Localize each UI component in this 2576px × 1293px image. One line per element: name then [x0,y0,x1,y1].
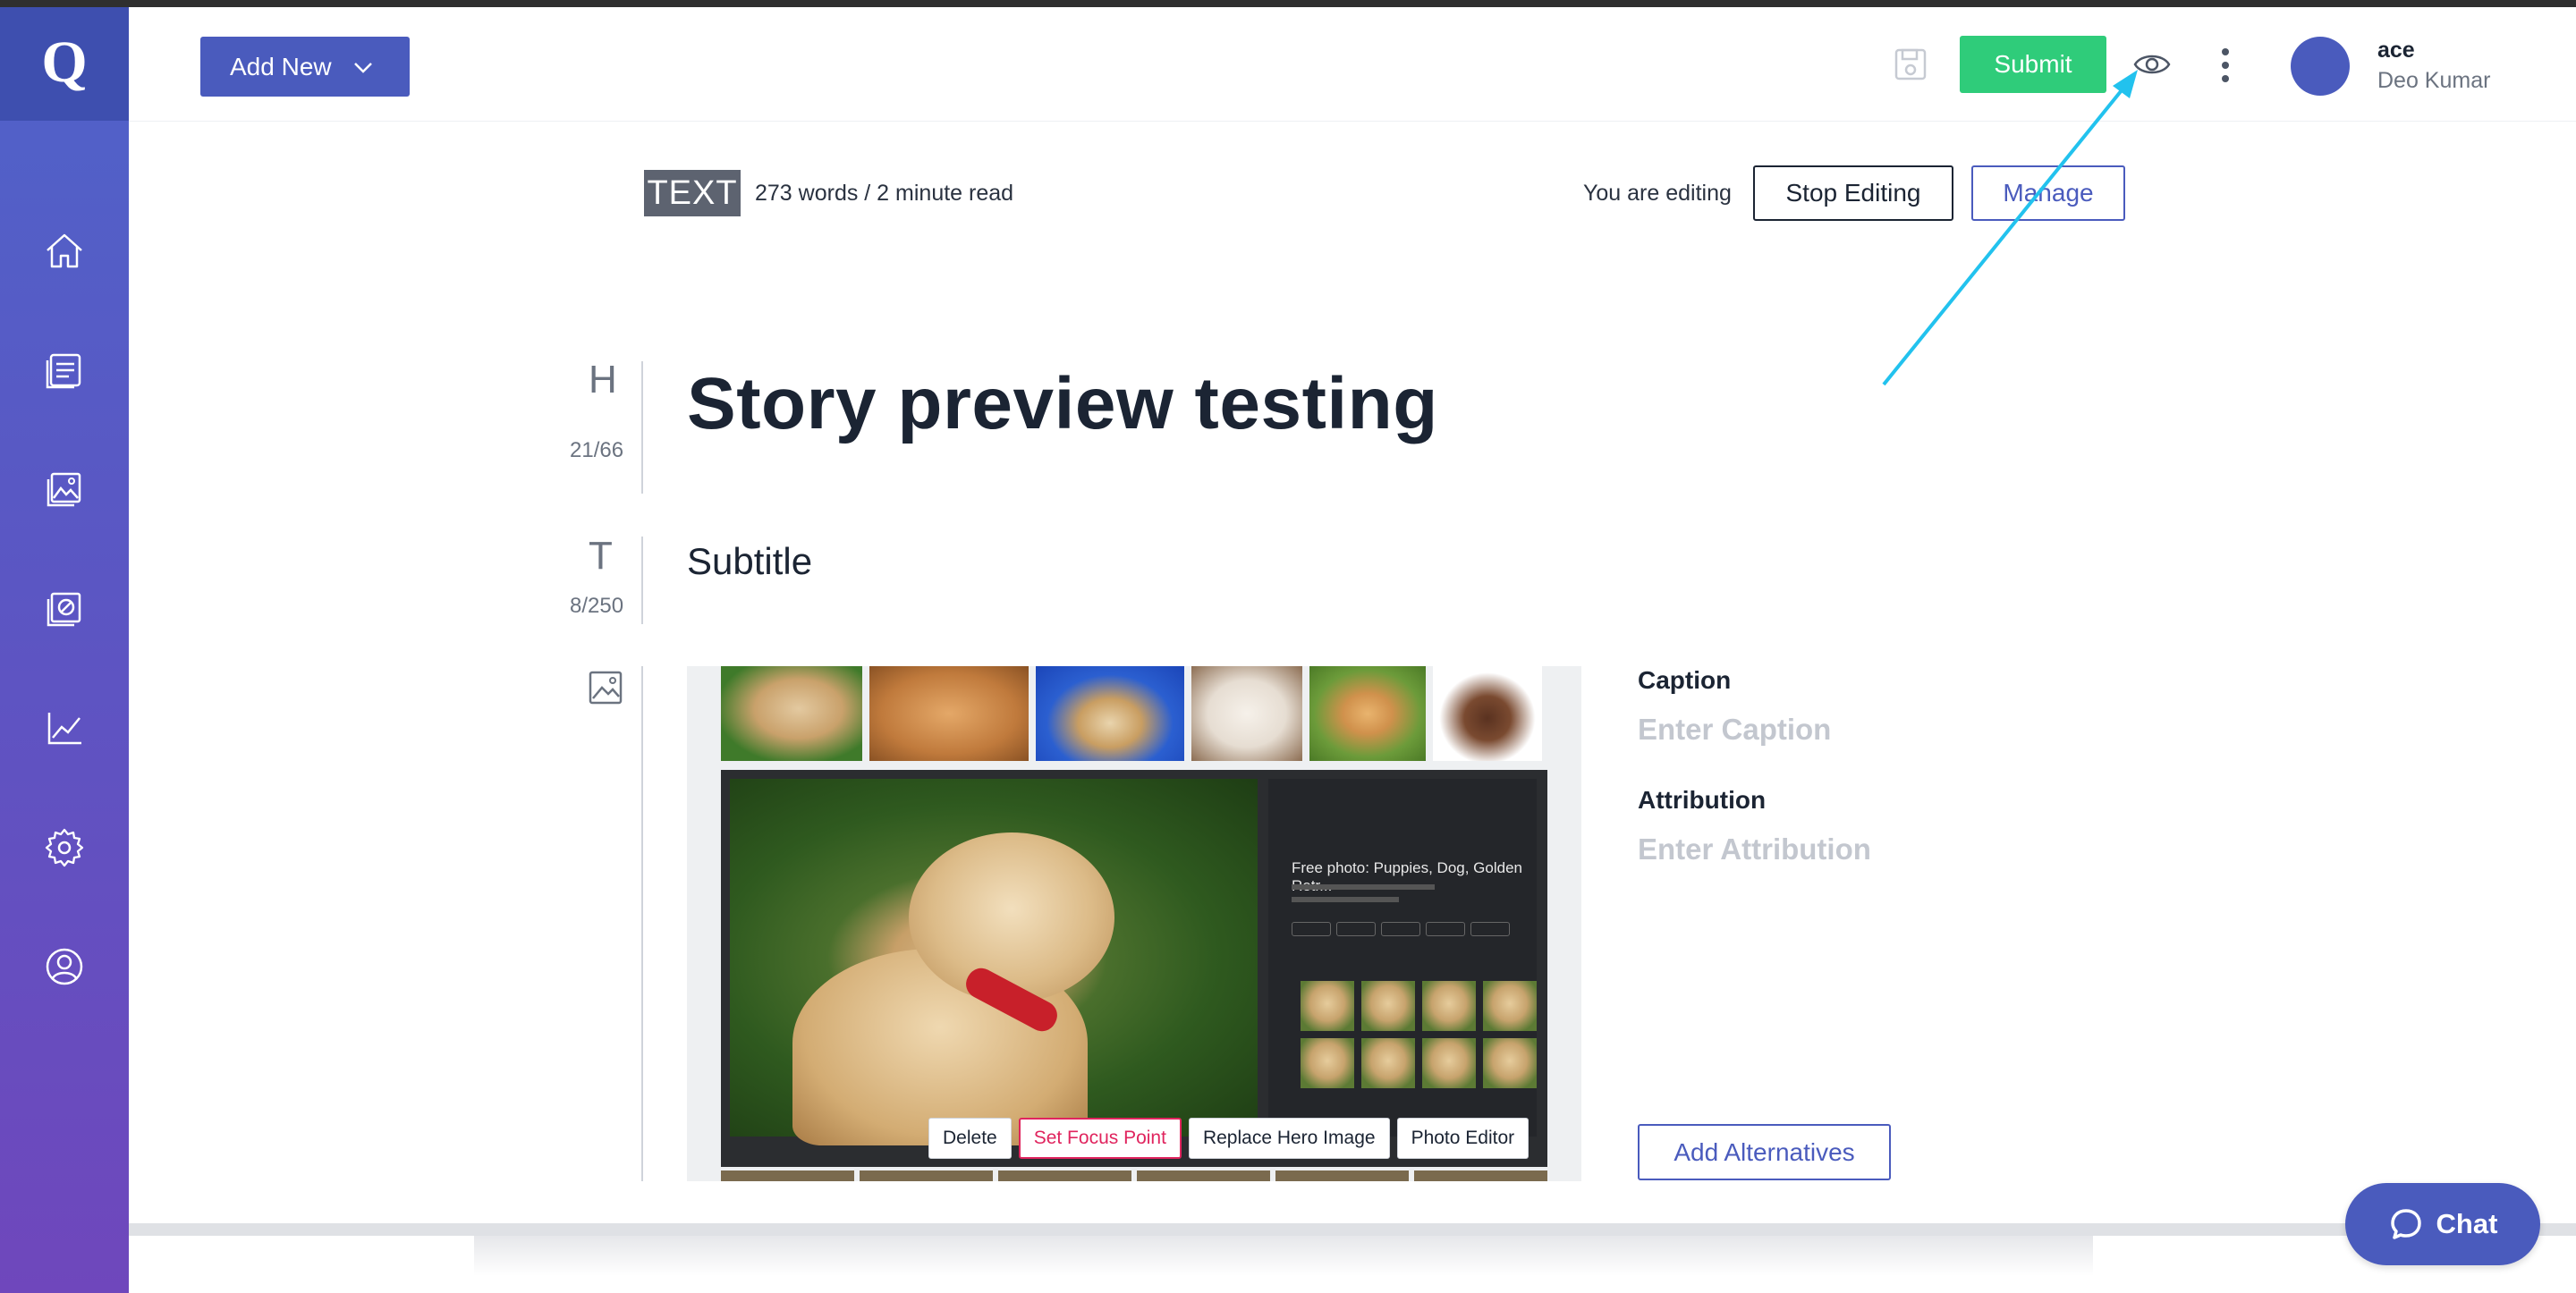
hero-image-actions: Delete Set Focus Point Replace Hero Imag… [928,1118,1530,1159]
add-alternatives-button[interactable]: Add Alternatives [1638,1124,1891,1180]
sidebar-item-stories[interactable] [39,345,89,395]
subtitle-divider [641,537,643,624]
word-count: 273 words / 2 minute read [755,181,1014,206]
thumbnail-image [721,666,862,761]
strip-thumb [1275,1170,1409,1181]
attribution-label: Attribution [1638,786,1767,814]
image-element-icon [589,671,623,705]
related-image [1422,1038,1476,1088]
thumbnail-image [1036,666,1184,761]
related-image [1361,1038,1415,1088]
logo-letter: Q [41,31,87,95]
headline-field[interactable]: Story preview testing [687,362,1438,446]
puppy-head-shape [909,832,1114,1002]
image-info-panel: Free photo: Puppies, Dog, Golden Retr... [1268,779,1537,1137]
sidebar-item-analytics[interactable] [39,703,89,753]
user-profile-icon [46,948,83,985]
logo[interactable]: Q [0,7,129,121]
chevron-down-icon [353,62,372,73]
horizontal-scrollbar[interactable] [129,1223,2576,1236]
top-header: Add New Submit ace Deo Kumar [129,7,2576,122]
analytics-icon [47,713,81,745]
thumbnail-image [1433,666,1542,761]
caption-input[interactable] [1638,708,2264,751]
related-image [1483,1038,1537,1088]
related-image [1301,981,1354,1031]
info-chip [1336,922,1376,936]
stop-editing-button[interactable]: Stop Editing [1753,165,1953,221]
thumbnail-image [1309,666,1426,761]
related-image [1422,981,1476,1031]
subtitle-char-count: 8/250 [570,594,624,618]
set-focus-point-button[interactable]: Set Focus Point [1018,1118,1182,1159]
quintype-logo-icon: Q [41,31,87,95]
headline-char-count: 21/66 [570,438,624,462]
image-thumbnail-strip [721,666,1542,761]
user-avatar[interactable] [2291,37,2350,96]
hero-image[interactable]: Free photo: Puppies, Dog, Golden Retr... [687,666,1581,1181]
sidebar-item-profile[interactable] [39,942,89,992]
more-options-icon[interactable] [2218,46,2233,84]
user-username: ace [2377,38,2415,63]
embedded-image-title: Free photo: Puppies, Dog, Golden Retr... [1292,859,1522,894]
info-chips [1292,922,1510,936]
photo-editor-button[interactable]: Photo Editor [1396,1118,1530,1159]
image-bottom-strip [721,1170,1547,1181]
submit-button[interactable]: Submit [1960,36,2106,93]
hero-image-divider [641,666,643,1181]
caption-label: Caption [1638,666,1732,694]
headline-marker: H [589,358,617,401]
stories-icon [46,353,81,389]
chat-button[interactable]: Chat [2345,1183,2540,1265]
story-type-badge: TEXT [644,170,741,216]
media-icon [47,472,81,507]
related-image [1483,981,1537,1031]
info-line [1292,897,1399,902]
save-icon[interactable] [1891,45,1930,84]
sidebar-item-no-image[interactable] [39,584,89,634]
sidebar-item-settings[interactable] [39,823,89,873]
home-icon [47,233,82,268]
manage-button[interactable]: Manage [1971,165,2125,221]
thumbnail-image [869,666,1029,761]
info-chip [1470,922,1510,936]
info-chip [1292,922,1331,936]
sidebar: Q [0,7,129,1293]
window-top-strip [0,0,2576,7]
strip-thumb [998,1170,1131,1181]
next-section-preview [474,1236,2093,1293]
info-chip [1426,922,1465,936]
thumbnail-image [1191,666,1302,761]
settings-icon [45,828,84,867]
related-images-grid [1301,981,1537,1088]
chat-label: Chat [2436,1208,2498,1239]
user-full-name: Deo Kumar [2377,68,2491,93]
info-line [1292,884,1435,890]
editing-status-label: You are editing [1583,181,1732,206]
strip-thumb [721,1170,854,1181]
sidebar-item-media[interactable] [39,464,89,514]
no-image-icon [47,592,81,627]
puppy-photo [730,779,1258,1145]
search-result-screenshot: Free photo: Puppies, Dog, Golden Retr... [721,770,1547,1167]
preview-eye-icon[interactable] [2132,48,2172,80]
sidebar-item-home[interactable] [39,226,89,276]
info-chip [1381,922,1420,936]
related-image [1301,1038,1354,1088]
related-image [1361,981,1415,1031]
delete-image-button[interactable]: Delete [928,1118,1012,1159]
strip-thumb [1414,1170,1547,1181]
strip-thumb [860,1170,993,1181]
attribution-input[interactable] [1638,828,2264,871]
headline-divider [641,361,643,494]
replace-hero-image-button[interactable]: Replace Hero Image [1188,1118,1390,1159]
add-new-label: Add New [230,52,332,80]
subtitle-marker: T [589,534,613,578]
strip-thumb [1137,1170,1270,1181]
subtitle-field[interactable]: Subtitle [687,540,812,583]
chat-bubble-icon [2390,1209,2421,1239]
add-new-button[interactable]: Add New [200,37,410,97]
